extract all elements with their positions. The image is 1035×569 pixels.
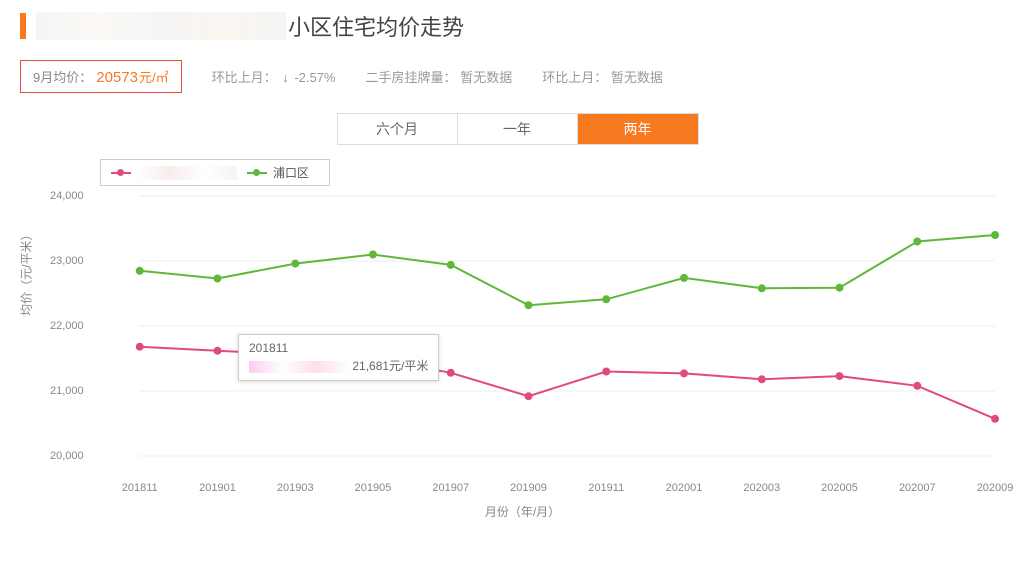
title-row: 小区住宅均价走势 bbox=[20, 10, 1015, 42]
listing-value: 暂无数据 bbox=[460, 70, 512, 85]
tooltip-redacted bbox=[249, 361, 349, 373]
mom2-value: 暂无数据 bbox=[611, 70, 663, 85]
x-tick: 202003 bbox=[743, 482, 780, 494]
tooltip-value: 21,681元/平米 bbox=[352, 359, 428, 373]
tooltip-date: 201811 bbox=[249, 341, 428, 355]
avg-price-unit: 元/㎡ bbox=[139, 67, 169, 86]
mom-value: -2.57% bbox=[294, 70, 335, 85]
info-row: 9月均价： 20573 元/㎡ 环比上月： ↓ -2.57% 二手房挂牌量： 暂… bbox=[20, 60, 1015, 93]
mom-label: 环比上月： bbox=[212, 70, 277, 85]
y-axis-label: 均价（元/平米） bbox=[18, 228, 35, 315]
y-tick: 24,000 bbox=[50, 190, 84, 202]
x-tick: 201907 bbox=[432, 482, 469, 494]
title-redacted bbox=[36, 12, 286, 40]
x-tick: 202009 bbox=[977, 482, 1014, 494]
legend-marker-pink bbox=[111, 172, 131, 174]
mom-segment: 环比上月： ↓ -2.57% bbox=[212, 67, 336, 86]
listing-label: 二手房挂牌量： bbox=[366, 70, 457, 85]
x-tick: 202005 bbox=[821, 482, 858, 494]
legend-label-redacted bbox=[137, 166, 237, 180]
tab-1y[interactable]: 一年 bbox=[458, 114, 578, 144]
legend-series-2[interactable]: 浦口区 bbox=[247, 164, 309, 181]
x-tick: 202007 bbox=[899, 482, 936, 494]
x-axis-label: 月份（年/月） bbox=[485, 503, 560, 520]
x-tick: 201901 bbox=[199, 482, 236, 494]
avg-price-box: 9月均价： 20573 元/㎡ bbox=[20, 60, 182, 93]
chart-legend: 浦口区 bbox=[100, 159, 330, 186]
x-tick: 201909 bbox=[510, 482, 547, 494]
chart-tooltip: 201811 21,681元/平米 bbox=[238, 334, 439, 381]
chart-area: 均价（元/平米） 201811 21,681元/平米 月份（年/月） 20,00… bbox=[30, 186, 1015, 516]
legend-series-1[interactable] bbox=[111, 166, 237, 180]
y-tick: 22,000 bbox=[50, 320, 84, 332]
x-tick: 201911 bbox=[588, 482, 624, 494]
title-accent-bar bbox=[20, 13, 26, 39]
tab-2y[interactable]: 两年 bbox=[578, 114, 698, 144]
y-tick: 21,000 bbox=[50, 385, 84, 397]
avg-price-label: 9月均价： bbox=[33, 67, 92, 86]
y-tick: 23,000 bbox=[50, 255, 84, 267]
page-title: 小区住宅均价走势 bbox=[288, 10, 464, 42]
avg-price-value: 20573 bbox=[96, 69, 138, 86]
tab-6m[interactable]: 六个月 bbox=[338, 114, 458, 144]
listing-segment: 二手房挂牌量： 暂无数据 bbox=[366, 67, 513, 86]
legend-label-2: 浦口区 bbox=[273, 164, 309, 181]
x-tick: 201811 bbox=[122, 482, 158, 494]
legend-marker-green bbox=[247, 172, 267, 174]
y-tick: 20,000 bbox=[50, 450, 84, 462]
x-tick: 201905 bbox=[355, 482, 392, 494]
plot[interactable]: 201811 21,681元/平米 bbox=[90, 186, 1005, 476]
mom2-segment: 环比上月： 暂无数据 bbox=[542, 67, 663, 86]
mom2-label: 环比上月： bbox=[542, 70, 607, 85]
x-tick: 201903 bbox=[277, 482, 314, 494]
time-range-tabs: 六个月 一年 两年 bbox=[20, 113, 1015, 145]
arrow-down-icon: ↓ bbox=[282, 70, 289, 85]
x-tick: 202001 bbox=[666, 482, 703, 494]
